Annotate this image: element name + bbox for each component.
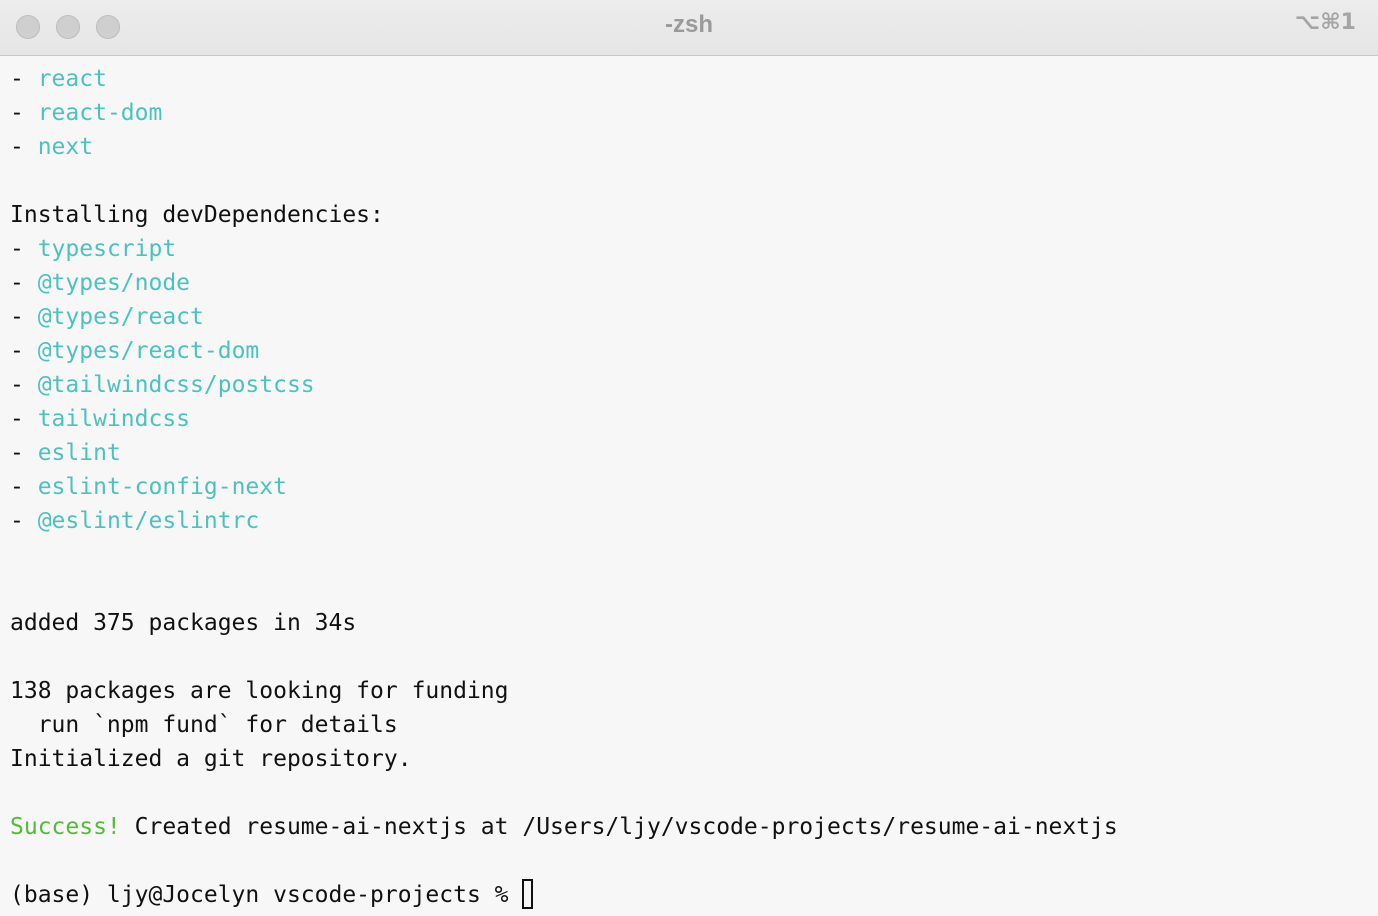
- dev-dependency-line: - @types/react: [10, 300, 1368, 334]
- package-name: tailwindcss: [37, 406, 191, 432]
- package-name: react-dom: [37, 100, 163, 126]
- bullet: -: [10, 508, 38, 534]
- bullet: -: [10, 304, 38, 330]
- bullet: -: [10, 270, 38, 296]
- package-name: @types/react-dom: [37, 338, 260, 364]
- package-name: eslint: [37, 440, 121, 466]
- terminal-output[interactable]: - react - react-dom - next Installing de…: [10, 62, 1368, 912]
- bullet: -: [10, 236, 38, 262]
- added-packages-line: added 375 packages in 34s: [10, 610, 357, 636]
- package-name: @types/react: [37, 304, 204, 330]
- bullet: -: [10, 372, 38, 398]
- title-bar[interactable]: -zsh ⌥⌘1: [0, 0, 1378, 56]
- dependency-line: - react: [10, 62, 1368, 96]
- git-init-line: Initialized a git repository.: [10, 746, 412, 772]
- bullet: -: [10, 338, 38, 364]
- package-name: typescript: [37, 236, 177, 262]
- dev-dependency-line: - @tailwindcss/postcss: [10, 368, 1368, 402]
- package-name: eslint-config-next: [37, 474, 287, 500]
- success-line: Success! Created resume-ai-nextjs at /Us…: [10, 810, 1368, 844]
- package-name: react: [37, 66, 107, 92]
- prompt-line[interactable]: (base) ljy@Jocelyn vscode-projects %: [10, 878, 1368, 912]
- terminal-window: -zsh ⌥⌘1 - react - react-dom - next Inst…: [0, 0, 1378, 916]
- dev-dependency-line: - typescript: [10, 232, 1368, 266]
- success-label: Success!: [10, 814, 121, 840]
- dev-dependency-line: - @types/react-dom: [10, 334, 1368, 368]
- dev-dependency-line: - @eslint/eslintrc: [10, 504, 1368, 538]
- dependency-line: - react-dom: [10, 96, 1368, 130]
- dev-dependency-line: - tailwindcss: [10, 402, 1368, 436]
- package-name: @tailwindcss/postcss: [37, 372, 315, 398]
- text-cursor[interactable]: [522, 879, 534, 909]
- window-title: -zsh: [665, 11, 713, 38]
- dev-dependency-line: - eslint: [10, 436, 1368, 470]
- bullet: -: [10, 474, 38, 500]
- package-name: next: [37, 134, 94, 160]
- package-name: @eslint/eslintrc: [37, 508, 260, 534]
- dev-dependencies-header: Installing devDependencies:: [10, 202, 384, 228]
- bullet: -: [10, 440, 38, 466]
- package-name: @types/node: [37, 270, 191, 296]
- window-shortcut-label: ⌥⌘1: [1294, 10, 1356, 35]
- dev-dependency-line: - @types/node: [10, 266, 1368, 300]
- bullet: -: [10, 100, 38, 126]
- fund-hint-line: run `npm fund` for details: [10, 712, 398, 738]
- bullet: -: [10, 66, 38, 92]
- dev-dependency-line: - eslint-config-next: [10, 470, 1368, 504]
- funding-line: 138 packages are looking for funding: [10, 678, 509, 704]
- dependency-line: - next: [10, 130, 1368, 164]
- shell-prompt: (base) ljy@Jocelyn vscode-projects %: [10, 882, 523, 908]
- bullet: -: [10, 406, 38, 432]
- bullet: -: [10, 134, 38, 160]
- success-message: Created resume-ai-nextjs at /Users/ljy/v…: [120, 814, 1118, 840]
